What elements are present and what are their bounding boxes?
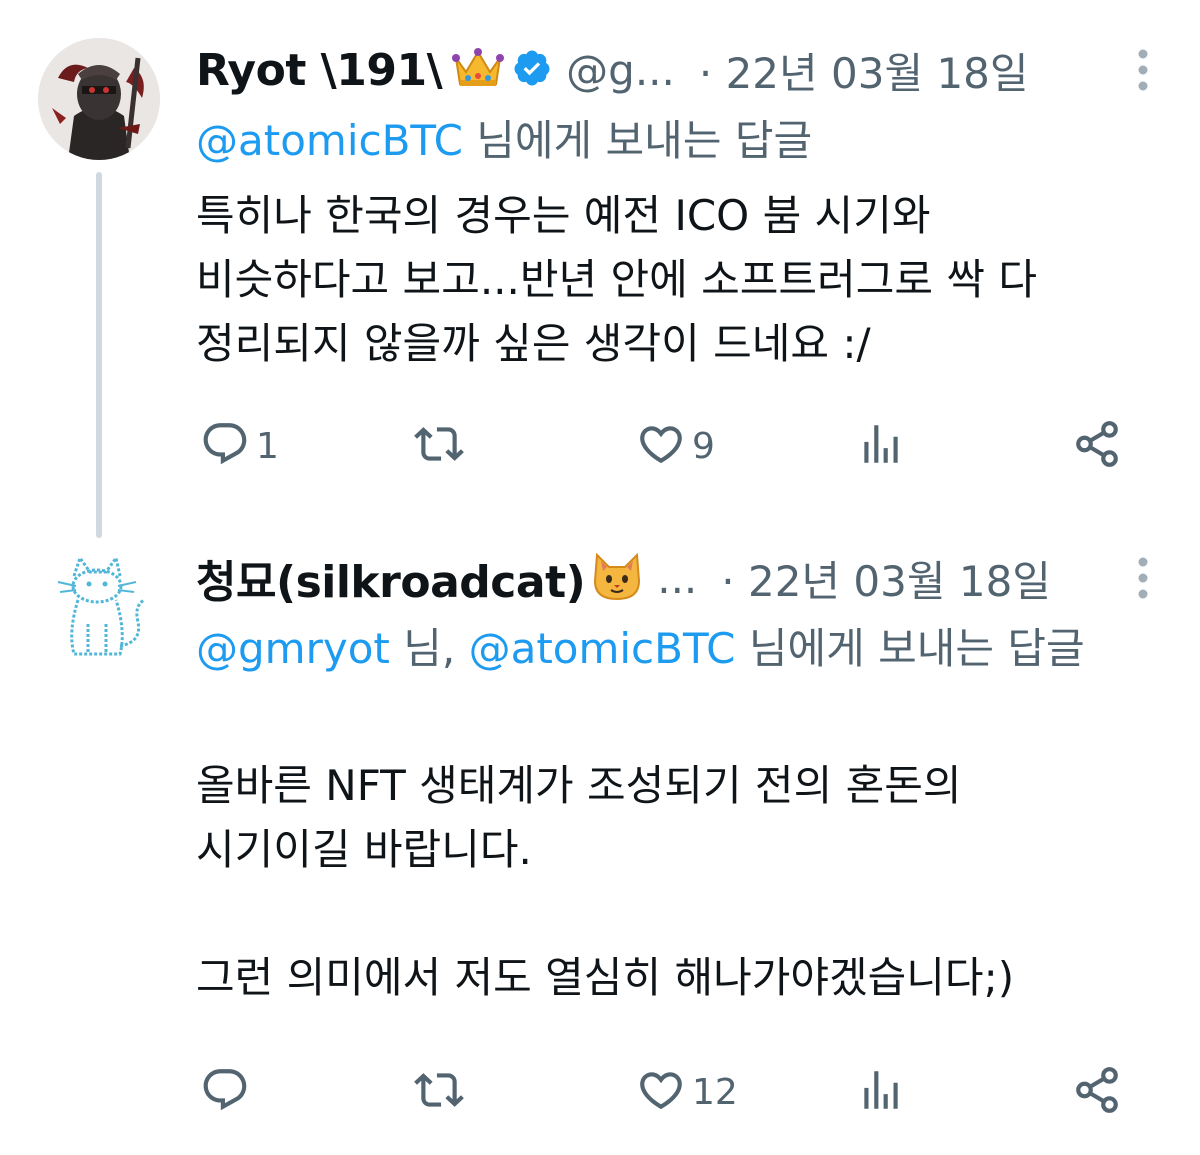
tweet-text-line: 특히나 한국의 경우는 예전 ICO 붐 시기와 <box>196 191 931 240</box>
tweet-actions: 12 <box>196 1062 1140 1122</box>
reply-bubble-icon <box>200 1065 250 1119</box>
share-icon <box>1072 1065 1122 1119</box>
reply-bubble-icon <box>200 419 250 473</box>
tweet-text: 특히나 한국의 경우는 예전 ICO 붐 시기와 비슷하다고 보고...반년 안… <box>196 184 1156 376</box>
share-button[interactable] <box>1072 416 1122 476</box>
display-name[interactable]: 청묘(silkroadcat) <box>196 546 586 610</box>
views-bar-chart-icon <box>856 419 906 473</box>
reply-button[interactable]: 1 <box>200 416 279 476</box>
heart-icon <box>636 1065 686 1119</box>
crown-emoji-icon <box>452 46 505 94</box>
avatar-silkroadcat-image <box>38 542 160 664</box>
views-bar-chart-icon <box>856 1065 906 1119</box>
views-button[interactable] <box>856 1062 906 1122</box>
display-name[interactable]: Ryot \191\ <box>196 45 443 96</box>
retweet-icon <box>414 419 464 473</box>
retweet-button[interactable] <box>414 1062 470 1122</box>
mention-link[interactable]: @atomicBTC <box>469 624 736 673</box>
avatar-ryot-image <box>38 38 160 160</box>
tweet-silkroadcat[interactable]: 청묘(silkroadcat) ... · 22년 03월 18일 @gmryo… <box>0 520 1200 1155</box>
avatar-ryot[interactable] <box>38 38 160 160</box>
tweet-text-line: 그런 의미에서 저도 열심히 해나가야겠습니다;) <box>196 953 1015 1002</box>
share-button[interactable] <box>1072 1062 1122 1122</box>
mention-link[interactable]: @atomicBTC <box>196 116 463 165</box>
timestamp[interactable]: · 22년 03월 18일 <box>699 40 1029 101</box>
reply-context: @atomicBTC 님에게 보내는 답글 <box>196 110 1136 172</box>
verified-badge-icon <box>512 48 552 92</box>
tweet-text-line: 정리되지 않을까 싶은 생각이 드네요 :/ <box>196 319 871 368</box>
more-dots-icon[interactable] <box>1136 48 1150 96</box>
like-button[interactable]: 12 <box>636 1062 738 1122</box>
tweet-actions: 1 9 <box>196 416 1140 476</box>
reply-to-suffix: 님에게 보내는 답글 <box>735 624 1085 673</box>
reply-to-separator: 님, <box>389 624 469 673</box>
heart-icon <box>636 419 686 473</box>
tweet-ryot[interactable]: Ryot \191\ @g... · 22년 03월 18일 @atomicBT… <box>0 0 1200 538</box>
cat-emoji-icon <box>591 551 643 605</box>
tweet-text: 올바른 NFT 생태계가 조성되기 전의 혼돈의 시기이길 바랍니다. 그런 의… <box>196 754 1156 1010</box>
tweet-text-line: 시기이길 바랍니다. <box>196 825 532 874</box>
reply-to-suffix: 님에게 보내는 답글 <box>462 116 813 165</box>
reply-button[interactable] <box>200 1062 256 1122</box>
timestamp[interactable]: · 22년 03월 18일 <box>721 548 1051 609</box>
user-handle[interactable]: @g... <box>566 46 675 95</box>
like-count: 12 <box>692 1071 738 1113</box>
share-icon <box>1072 419 1122 473</box>
reply-count: 1 <box>256 425 279 467</box>
views-button[interactable] <box>856 416 906 476</box>
user-handle[interactable]: ... <box>657 554 697 603</box>
like-button[interactable]: 9 <box>636 416 715 476</box>
tweet-text-line: 올바른 NFT 생태계가 조성되기 전의 혼돈의 <box>196 761 962 810</box>
reply-context: @gmryot 님, @atomicBTC 님에게 보내는 답글 <box>196 618 1136 680</box>
mention-link[interactable]: @gmryot <box>196 624 390 673</box>
retweet-icon <box>414 1065 464 1119</box>
tweet-text-line: 비슷하다고 보고...반년 안에 소프트러그로 싹 다 <box>196 255 1037 304</box>
more-dots-icon[interactable] <box>1136 556 1150 604</box>
tweet-header: Ryot \191\ @g... · 22년 03월 18일 <box>196 40 1160 100</box>
tweet-header: 청묘(silkroadcat) ... · 22년 03월 18일 <box>196 548 1160 608</box>
thread-connector-line <box>96 172 102 538</box>
avatar-silkroadcat[interactable] <box>38 542 160 664</box>
retweet-button[interactable] <box>414 416 470 476</box>
like-count: 9 <box>692 425 715 467</box>
